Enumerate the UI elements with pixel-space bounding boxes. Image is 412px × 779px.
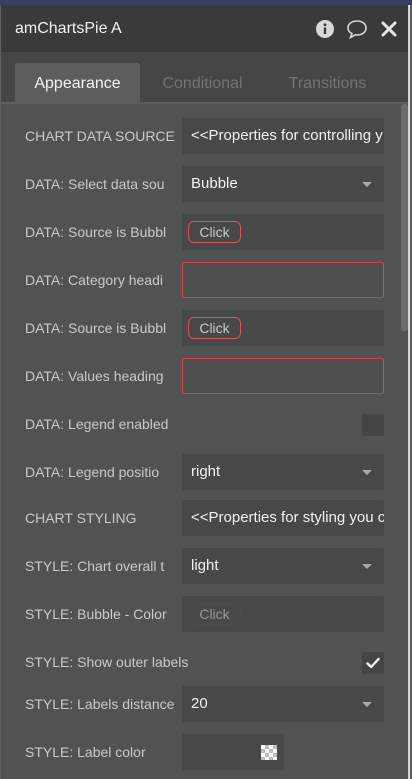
tab-appearance[interactable]: Appearance [15, 63, 140, 104]
label-color-picker[interactable] [182, 734, 284, 770]
row-bubble-color: STYLE: Bubble - Color Click [1, 596, 408, 632]
transparent-swatch-icon [261, 745, 277, 760]
title-bar[interactable]: amChartsPie A [1, 5, 408, 52]
row-label: CHART STYLING [25, 510, 137, 526]
info-icon[interactable] [314, 18, 336, 40]
dropdown-value: Bubble [191, 175, 238, 192]
row-label: DATA: Source is Bubbl [25, 320, 167, 336]
row-label: CHART DATA SOURCE [25, 128, 175, 144]
row-label: STYLE: Show outer labels [25, 654, 189, 670]
source-bubble-field-2: Click [182, 310, 384, 346]
tab-bar: Appearance Conditional Transitions [1, 52, 408, 104]
tab-conditional[interactable]: Conditional [140, 63, 265, 104]
close-icon[interactable] [378, 18, 400, 40]
bubble-color-click-button[interactable]: Click [188, 603, 241, 625]
row-label: DATA: Select data sou [25, 176, 165, 192]
row-legend-position: DATA: Legend positio right [1, 454, 408, 490]
row-label: DATA: Legend positio [25, 464, 160, 480]
data-source-dropdown[interactable]: Bubble [182, 166, 384, 202]
values-heading-input[interactable] [182, 358, 384, 394]
chart-styling-input[interactable]: <<Properties for styling you c [182, 500, 384, 536]
row-chart-data-source: CHART DATA SOURCE <<Properties for contr… [1, 118, 408, 154]
row-legend-enabled: DATA: Legend enabled [1, 406, 408, 442]
bubble-color-field: Click [182, 596, 384, 632]
row-source-bubble-1: DATA: Source is Bubbl Click [1, 214, 408, 250]
chevron-down-icon [362, 182, 372, 187]
chevron-down-icon [362, 564, 372, 569]
row-label: STYLE: Bubble - Color [25, 606, 167, 622]
row-label: DATA: Source is Bubbl [25, 224, 167, 240]
row-label: DATA: Category headi [25, 272, 163, 288]
row-label: DATA: Legend enabled [25, 416, 169, 432]
source-bubble-click-button-1[interactable]: Click [188, 221, 241, 243]
row-select-data-source: DATA: Select data sou Bubble [1, 166, 408, 202]
source-bubble-field-1: Click [182, 214, 384, 250]
dropdown-value: 20 [191, 695, 208, 712]
row-label: DATA: Values heading [25, 368, 164, 384]
chart-data-source-input[interactable]: <<Properties for controlling y [182, 118, 384, 154]
row-labels-distance: STYLE: Labels distance 20 [1, 686, 408, 722]
legend-position-dropdown[interactable]: right [182, 454, 384, 490]
dropdown-value: right [191, 463, 221, 480]
labels-distance-dropdown[interactable]: 20 [182, 686, 384, 722]
row-values-heading: DATA: Values heading [1, 358, 408, 394]
row-label: STYLE: Chart overall t [25, 558, 165, 574]
source-bubble-click-button-2[interactable]: Click [188, 317, 241, 339]
category-heading-input[interactable] [182, 262, 384, 298]
outer-labels-checkbox[interactable] [362, 652, 384, 674]
row-source-bubble-2: DATA: Source is Bubbl Click [1, 310, 408, 346]
chevron-down-icon [362, 470, 372, 475]
row-chart-styling: CHART STYLING <<Properties for styling y… [1, 500, 408, 536]
comment-icon[interactable] [346, 18, 368, 40]
legend-enabled-checkbox[interactable] [362, 414, 384, 436]
property-editor-window: amChartsPie A Appearance Conditional Tra… [1, 5, 410, 779]
tab-transitions[interactable]: Transitions [265, 63, 390, 104]
chart-theme-dropdown[interactable]: light [182, 548, 384, 584]
dropdown-value: light [191, 557, 219, 574]
scrollbar[interactable] [401, 104, 408, 331]
row-label: STYLE: Labels distance [25, 696, 175, 712]
checkmark-icon [366, 657, 380, 669]
row-label: STYLE: Label color [25, 744, 146, 760]
row-chart-theme: STYLE: Chart overall t light [1, 548, 408, 584]
row-category-heading: DATA: Category headi [1, 262, 408, 298]
title-bar-icons [314, 18, 408, 40]
chevron-down-icon [362, 702, 372, 707]
appearance-panel: CHART DATA SOURCE <<Properties for contr… [1, 104, 408, 779]
window-title: amChartsPie A [15, 19, 122, 37]
row-label-color: STYLE: Label color [1, 734, 408, 770]
row-outer-labels: STYLE: Show outer labels [1, 644, 408, 680]
